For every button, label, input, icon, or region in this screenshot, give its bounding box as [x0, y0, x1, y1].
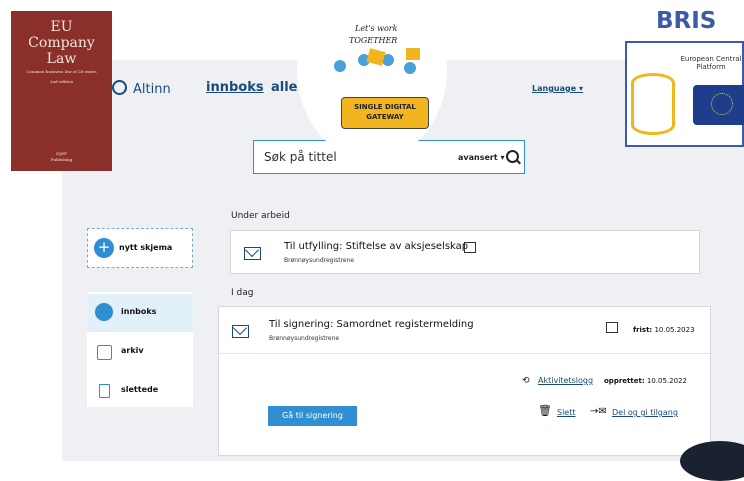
- history-icon: ⟲: [522, 376, 530, 386]
- book-publisher: DJØF: [56, 151, 67, 156]
- deadline-label: frist:: [633, 326, 653, 334]
- share-link[interactable]: Del og gi tilgang: [612, 408, 678, 417]
- book-title-line: EU: [50, 19, 73, 35]
- new-form-button[interactable]: + nytt skjema: [87, 228, 193, 268]
- sidebar-item-label: arkiv: [121, 346, 144, 355]
- new-form-label: nytt skjema: [119, 243, 173, 252]
- edit-icon: [606, 322, 618, 333]
- envelope-open-icon: [232, 325, 249, 338]
- message-sender: Brønnøysundregistrene: [269, 335, 340, 342]
- eu-flag-icon: [693, 85, 744, 125]
- sdg-together: TOGETHER: [349, 36, 398, 45]
- sidebar-item-deleted[interactable]: slettede: [87, 372, 193, 410]
- book-subtitle: Common business law of 28 states: [26, 69, 97, 74]
- sdg-lets-work: Let's work: [355, 24, 398, 33]
- sidebar-menu: innboks arkiv slettede: [87, 292, 193, 407]
- bris-title: BRIS: [656, 8, 717, 34]
- divider: [219, 353, 712, 354]
- draft-message-card[interactable]: Til utfylling: Stiftelse av aksjeselskap…: [230, 230, 700, 274]
- book-title-line: Company: [28, 35, 95, 51]
- bris-platform-graphic: European Central Platform: [625, 41, 744, 147]
- delete-link[interactable]: Slett: [557, 408, 576, 417]
- section-under-work: Under arbeid: [231, 211, 290, 221]
- language-select[interactable]: Language ▾: [532, 84, 583, 93]
- sidebar-item-label: slettede: [121, 385, 159, 394]
- book-publisher: Publishing: [50, 157, 73, 162]
- archive-icon: [97, 345, 112, 360]
- deadline-value: 10.05.2023: [654, 326, 695, 334]
- created-label: opprettet:: [604, 377, 645, 385]
- nav-inbox-tab[interactable]: innboks: [206, 80, 264, 95]
- book-edition: 2nd edition: [49, 79, 74, 84]
- created-date: opprettet: 10.05.2022: [604, 377, 687, 385]
- search-icon[interactable]: [506, 150, 519, 163]
- trash-icon: [99, 384, 110, 398]
- sdg-banner-line: SINGLE DIGITAL: [354, 103, 416, 111]
- sdg-people-illustration: [328, 48, 424, 98]
- section-today: I dag: [231, 288, 254, 298]
- eu-company-law-book-cover: EU Company Law Common business law of 28…: [11, 11, 112, 171]
- sdg-banner-line: GATEWAY: [366, 113, 404, 121]
- go-to-signing-button[interactable]: Gå til signering: [268, 406, 357, 426]
- share-icon: →✉: [590, 406, 607, 417]
- advanced-search-toggle[interactable]: avansert ▾: [458, 153, 504, 162]
- search-placeholder: Søk på tittel: [264, 150, 337, 164]
- inbox-icon: [95, 303, 113, 321]
- envelope-icon: [244, 247, 261, 260]
- message-title: Til signering: Samordnet registermelding: [269, 319, 474, 330]
- sidebar-item-inbox[interactable]: innboks: [87, 294, 193, 332]
- dark-shape: [680, 441, 744, 481]
- trash-icon: 🗑: [538, 404, 552, 417]
- sdg-banner: SINGLE DIGITAL GATEWAY: [341, 97, 429, 129]
- sidebar-item-archive[interactable]: arkiv: [87, 333, 193, 371]
- edit-icon: [464, 242, 476, 253]
- plus-icon: +: [94, 238, 114, 258]
- created-value: 10.05.2022: [646, 377, 687, 385]
- bris-platform-label: European Central Platform: [680, 55, 742, 71]
- message-title: Til utfylling: Stiftelse av aksjeselskap: [284, 241, 469, 252]
- altinn-logo[interactable]: Altinn: [112, 80, 171, 97]
- logo-text: Altinn: [133, 82, 171, 97]
- deadline: frist: 10.05.2023: [633, 326, 695, 334]
- book-title-line: Law: [46, 51, 77, 67]
- database-icon: [631, 73, 675, 135]
- activity-log-link[interactable]: Aktivitetslogg: [538, 376, 593, 385]
- altinn-logo-icon: [112, 80, 127, 95]
- sidebar-item-label: innboks: [121, 307, 157, 316]
- message-sender: Brønnøysundregistrene: [284, 257, 355, 264]
